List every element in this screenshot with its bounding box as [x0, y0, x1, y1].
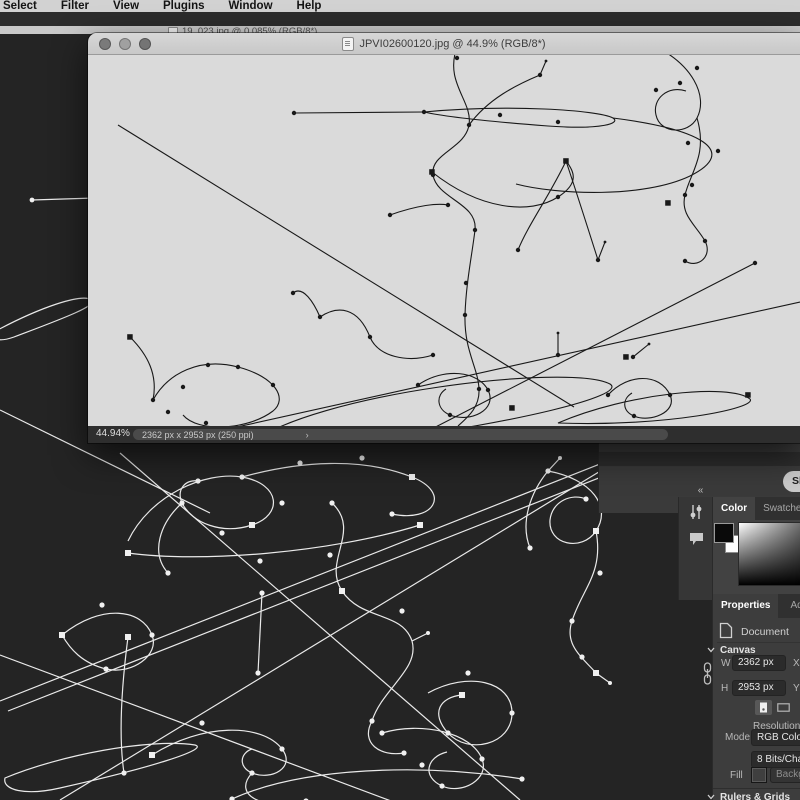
- properties-panel-group: Properties Adjustments Document Canvas: [712, 594, 800, 800]
- rulers-grids-section-header[interactable]: Rulers & Grids: [720, 792, 790, 800]
- dock-divider-band: [599, 452, 800, 466]
- collapse-panels-icon[interactable]: «: [690, 485, 710, 496]
- menu-bar: Select Filter View Plugins Window Help: [0, 0, 800, 12]
- window-statusbar: 44.94% 2362 px x 2953 px (250 ppi) ›: [88, 426, 800, 443]
- orientation-portrait-button[interactable]: [755, 700, 772, 715]
- photoshop-app: 19_023.jpg @ 0.085% (RGB/8*) Share « Col…: [0, 0, 800, 800]
- document-proxy-icon[interactable]: [342, 37, 354, 51]
- sliders-panel-icon[interactable]: [687, 503, 705, 521]
- fill-label: Fill: [730, 770, 743, 781]
- document-label: Document: [741, 626, 789, 638]
- document-type-icon: [719, 622, 733, 639]
- canvas-width-field[interactable]: 2362 px: [732, 655, 786, 671]
- zoom-level-field[interactable]: 44.94%: [96, 428, 130, 439]
- comment-icon: [689, 532, 704, 546]
- comments-panel-icon[interactable]: [687, 530, 705, 548]
- properties-panel-body: Document Canvas W 2362 px X H 2953 px: [713, 618, 800, 800]
- fill-color-swatch[interactable]: [751, 767, 767, 783]
- tab-color[interactable]: Color: [713, 497, 755, 520]
- height-label: H: [721, 683, 728, 694]
- app-background-strip: [0, 12, 800, 26]
- front-document-window: JPVI02600120.jpg @ 44.9% (RGB/8*): [88, 33, 800, 443]
- tab-properties[interactable]: Properties: [713, 594, 778, 618]
- vector-paths-light-canvas: [88, 55, 800, 426]
- orientation-landscape-button[interactable]: [775, 700, 792, 715]
- menu-plugins[interactable]: Plugins: [163, 0, 205, 12]
- color-picker-field[interactable]: [738, 522, 800, 586]
- width-label: W: [721, 658, 730, 669]
- color-panel-group: Color Swatches Gradients: [712, 497, 800, 594]
- tab-adjustments[interactable]: Adjustments: [782, 594, 800, 618]
- menu-window[interactable]: Window: [229, 0, 273, 12]
- fill-content-dropdown[interactable]: Background: [770, 767, 800, 783]
- chevron-down-icon: [707, 794, 715, 800]
- y-label: Y: [793, 683, 800, 694]
- menu-help[interactable]: Help: [297, 0, 322, 12]
- portrait-icon: [759, 702, 768, 713]
- link-dimensions-icon[interactable]: [702, 661, 713, 687]
- bit-depth-dropdown[interactable]: 8 Bits/Channel: [751, 751, 800, 768]
- color-group-tabbar: Color Swatches Gradients: [713, 497, 800, 520]
- menu-select[interactable]: Select: [3, 0, 37, 12]
- document-dimensions-readout: 2362 px x 2953 px (250 ppi): [142, 430, 254, 440]
- landscape-icon: [777, 703, 790, 712]
- panel-icon-column: [678, 497, 712, 600]
- tab-swatches[interactable]: Swatches: [755, 497, 800, 520]
- front-document-canvas[interactable]: [88, 55, 800, 426]
- menu-filter[interactable]: Filter: [61, 0, 89, 12]
- foreground-color-swatch[interactable]: [715, 524, 733, 542]
- x-label: X: [793, 658, 800, 669]
- menu-view[interactable]: View: [113, 0, 139, 12]
- horizontal-scrollbar[interactable]: 2362 px x 2953 px (250 ppi) ›: [133, 429, 668, 440]
- status-chevron-icon[interactable]: ›: [306, 430, 309, 440]
- canvas-height-field[interactable]: 2953 px: [732, 680, 786, 696]
- mode-label: Mode: [725, 732, 750, 743]
- window-title: JPVI02600120.jpg @ 44.9% (RGB/8*): [359, 38, 545, 50]
- share-button[interactable]: Share: [783, 471, 800, 492]
- chevron-down-icon: [707, 647, 715, 653]
- color-mode-dropdown[interactable]: RGB Color: [751, 729, 800, 746]
- properties-group-tabbar: Properties Adjustments: [713, 594, 800, 618]
- sliders-icon: [689, 504, 703, 520]
- window-titlebar[interactable]: JPVI02600120.jpg @ 44.9% (RGB/8*): [88, 33, 800, 55]
